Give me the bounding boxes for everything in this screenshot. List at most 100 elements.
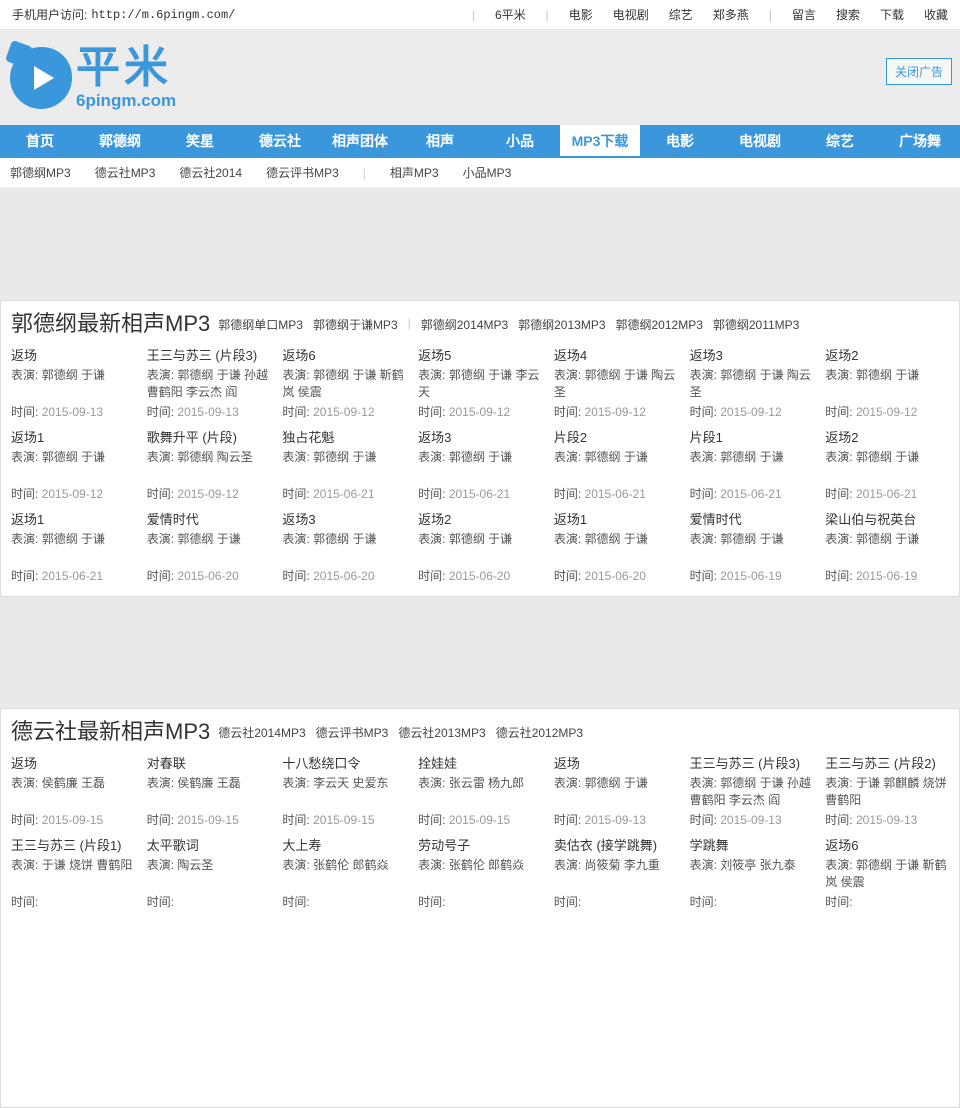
mp3-title[interactable]: 拴娃娃 [418,755,542,772]
mp3-title[interactable]: 片段2 [554,429,678,446]
mp3-item[interactable]: 劳动号子 表演: 张鹤伦 郎鹤焱 时间: [418,837,542,919]
topbar-link[interactable]: 留言 [792,6,816,23]
mp3-title[interactable]: 返场5 [418,347,542,364]
mp3-item[interactable]: 太平歌词 表演: 陶云圣 时间: [147,837,271,919]
mp3-item[interactable]: 王三与苏三 (片段1) 表演: 于谦 烧饼 曹鹤阳 时间: [11,837,135,919]
section-link[interactable]: 德云评书MP3 [316,724,389,741]
mp3-title[interactable]: 返场 [11,347,135,364]
mp3-title[interactable]: 学跳舞 [690,837,814,854]
section-link[interactable]: 德云社2012MP3 [496,724,583,741]
section-link[interactable]: 德云社2013MP3 [398,724,485,741]
mp3-item[interactable]: 返场 表演: 郭德纲 于谦 时间: 2015-09-13 [554,755,678,837]
mp3-title[interactable]: 十八愁绕口令 [282,755,406,772]
mp3-item[interactable]: 返场2 表演: 郭德纲 于谦 时间: 2015-06-21 [825,429,949,511]
mp3-title[interactable]: 返场 [554,755,678,772]
mp3-title[interactable]: 返场1 [554,511,678,528]
nav-item[interactable]: 电视剧 [720,125,800,156]
mp3-title[interactable]: 歌舞升平 (片段) [147,429,271,446]
section-link[interactable]: 郭德纲2011MP3 [713,316,799,333]
section-link[interactable]: 郭德纲2012MP3 [616,316,703,333]
mp3-title[interactable]: 返场2 [418,511,542,528]
mp3-title[interactable]: 返场2 [825,429,949,446]
mp3-title[interactable]: 独占花魁 [282,429,406,446]
mp3-item[interactable]: 返场4 表演: 郭德纲 于谦 陶云圣 时间: 2015-09-12 [554,347,678,429]
mp3-item[interactable]: 对春联 表演: 侯鹤廉 王磊 时间: 2015-09-15 [147,755,271,837]
site-logo[interactable]: 平米 6pingm.com [10,46,176,109]
mp3-item[interactable]: 返场1 表演: 郭德纲 于谦 时间: 2015-06-20 [554,511,678,593]
mp3-title[interactable]: 返场1 [11,511,135,528]
topbar-link[interactable]: 下载 [880,6,904,23]
topbar-link[interactable]: 郑多燕 [713,6,749,23]
nav-item[interactable]: 郭德纲 [80,125,160,156]
mp3-title[interactable]: 返场 [11,755,135,772]
mp3-title[interactable]: 卖估衣 (接学跳舞) [554,837,678,854]
mp3-title[interactable]: 返场3 [418,429,542,446]
nav-item[interactable]: MP3下载 [560,125,640,156]
subnav-link[interactable]: 德云社MP3 [95,164,156,181]
nav-item[interactable]: 笑星 [160,125,240,156]
mp3-title[interactable]: 返场2 [825,347,949,364]
mp3-item[interactable]: 返场 表演: 郭德纲 于谦 时间: 2015-09-13 [11,347,135,429]
mp3-item[interactable]: 返场1 表演: 郭德纲 于谦 时间: 2015-09-12 [11,429,135,511]
mp3-item[interactable]: 返场3 表演: 郭德纲 于谦 时间: 2015-06-21 [418,429,542,511]
nav-item[interactable]: 德云社 [240,125,320,156]
mp3-item[interactable]: 学跳舞 表演: 刘筱亭 张九泰 时间: [690,837,814,919]
mp3-title[interactable]: 返场6 [282,347,406,364]
topbar-link[interactable]: 6平米 [495,6,526,23]
topbar-link[interactable]: 电视剧 [613,6,649,23]
mp3-item[interactable]: 梁山伯与祝英台 表演: 郭德纲 于谦 时间: 2015-06-19 [825,511,949,593]
mp3-title[interactable]: 王三与苏三 (片段3) [690,755,814,772]
mp3-item[interactable]: 卖估衣 (接学跳舞) 表演: 尚筱菊 李九重 时间: [554,837,678,919]
nav-item[interactable]: 首页 [0,125,80,156]
nav-item[interactable]: 电影 [640,125,720,156]
mp3-title[interactable]: 劳动号子 [418,837,542,854]
nav-item[interactable]: 小品 [480,125,560,156]
mp3-title[interactable]: 爱情时代 [147,511,271,528]
mp3-title[interactable]: 王三与苏三 (片段1) [11,837,135,854]
mp3-title[interactable]: 返场3 [282,511,406,528]
mp3-title[interactable]: 片段1 [690,429,814,446]
nav-item[interactable]: 相声 [400,125,480,156]
mp3-item[interactable]: 返场3 表演: 郭德纲 于谦 陶云圣 时间: 2015-09-12 [690,347,814,429]
mp3-item[interactable]: 返场6 表演: 郭德纲 于谦 靳鹤岚 侯震 时间: [825,837,949,919]
section-link[interactable]: 郭德纲于谦MP3 [313,316,398,333]
mp3-item[interactable]: 王三与苏三 (片段2) 表演: 于谦 郭麒麟 烧饼 曹鹤阳 时间: 2015-0… [825,755,949,837]
mp3-item[interactable]: 片段2 表演: 郭德纲 于谦 时间: 2015-06-21 [554,429,678,511]
mp3-item[interactable]: 返场3 表演: 郭德纲 于谦 时间: 2015-06-20 [282,511,406,593]
mp3-title[interactable]: 返场1 [11,429,135,446]
mp3-item[interactable]: 返场 表演: 侯鹤廉 王磊 时间: 2015-09-15 [11,755,135,837]
mp3-title[interactable]: 王三与苏三 (片段2) [825,755,949,772]
mp3-item[interactable]: 王三与苏三 (片段3) 表演: 郭德纲 于谦 孙越 曹鹤阳 李云杰 阎 时间: … [690,755,814,837]
mp3-title[interactable]: 返场6 [825,837,949,854]
section-link[interactable]: 德云社2014MP3 [218,724,305,741]
mp3-item[interactable]: 拴娃娃 表演: 张云雷 杨九郎 时间: 2015-09-15 [418,755,542,837]
topbar-link[interactable]: 搜索 [836,6,860,23]
subnav-link[interactable]: 郭德纲MP3 [10,164,71,181]
mp3-title[interactable]: 返场4 [554,347,678,364]
mp3-item[interactable]: 十八愁绕口令 表演: 李云天 史爱东 时间: 2015-09-15 [282,755,406,837]
nav-item[interactable]: 广场舞 [880,125,960,156]
mp3-item[interactable]: 爱情时代 表演: 郭德纲 于谦 时间: 2015-06-19 [690,511,814,593]
nav-item[interactable]: 综艺 [800,125,880,156]
topbar-link[interactable]: 电影 [569,6,593,23]
mp3-title[interactable]: 返场3 [690,347,814,364]
mp3-item[interactable]: 片段1 表演: 郭德纲 于谦 时间: 2015-06-21 [690,429,814,511]
mp3-item[interactable]: 返场5 表演: 郭德纲 于谦 李云天 时间: 2015-09-12 [418,347,542,429]
mp3-item[interactable]: 歌舞升平 (片段) 表演: 郭德纲 陶云圣 时间: 2015-09-12 [147,429,271,511]
subnav-link[interactable]: 德云社2014 [179,164,242,181]
subnav-link[interactable]: 小品MP3 [463,164,512,181]
mp3-title[interactable]: 王三与苏三 (片段3) [147,347,271,364]
subnav-link[interactable]: 德云评书MP3 [266,164,339,181]
mp3-title[interactable]: 太平歌词 [147,837,271,854]
subnav-link[interactable]: 相声MP3 [390,164,439,181]
mobile-site-link[interactable]: http://m.6pingm.com/ [91,8,235,22]
topbar-link[interactable]: 综艺 [669,6,693,23]
topbar-link[interactable]: 收藏 [924,6,948,23]
mp3-item[interactable]: 返场2 表演: 郭德纲 于谦 时间: 2015-06-20 [418,511,542,593]
mp3-item[interactable]: 返场2 表演: 郭德纲 于谦 时间: 2015-09-12 [825,347,949,429]
mp3-item[interactable]: 独占花魁 表演: 郭德纲 于谦 时间: 2015-06-21 [282,429,406,511]
mp3-title[interactable]: 对春联 [147,755,271,772]
mp3-item[interactable]: 王三与苏三 (片段3) 表演: 郭德纲 于谦 孙越 曹鹤阳 李云杰 阎 时间: … [147,347,271,429]
nav-item[interactable]: 相声团体 [320,125,400,156]
section-link[interactable]: 郭德纲2013MP3 [518,316,605,333]
